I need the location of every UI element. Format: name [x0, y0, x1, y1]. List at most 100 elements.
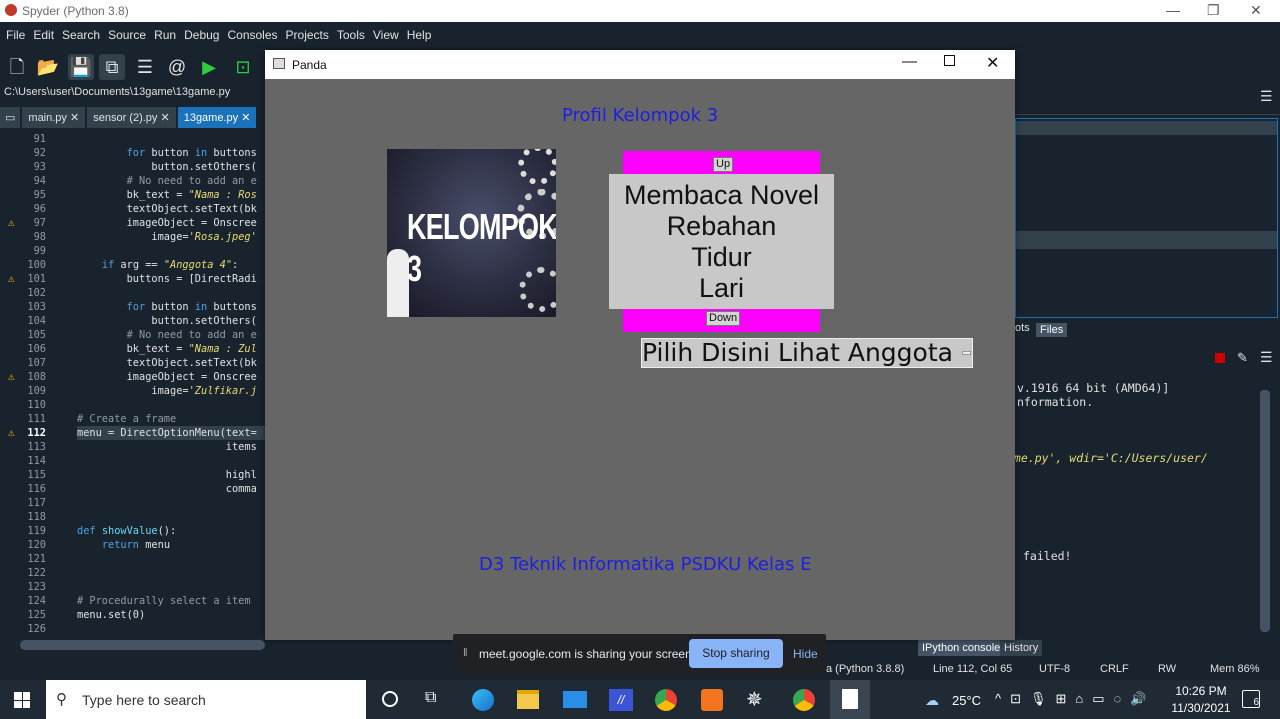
code-line[interactable]: buttons = [DirectRadi	[77, 272, 257, 286]
code-line[interactable]: image='Rosa.jpeg'	[77, 230, 256, 244]
code-line[interactable]: textObject.setText(bk	[77, 202, 257, 216]
task-view-icon[interactable]: ⧉	[425, 689, 436, 707]
tab-ipython-console[interactable]: IPython console	[918, 640, 1005, 656]
scroll-down-button[interactable]: Down	[706, 311, 741, 326]
code-line[interactable]: for button in buttons	[77, 300, 257, 314]
options-icon[interactable]: ☰	[1260, 349, 1273, 366]
menu-help[interactable]: Help	[407, 28, 432, 42]
menu-search[interactable]: Search	[62, 28, 100, 42]
run-cell-icon[interactable]: ⊡	[230, 54, 256, 80]
menu-source[interactable]: Source	[108, 28, 146, 42]
pane-options-icon[interactable]: ☰	[1260, 88, 1273, 105]
save-icon[interactable]: 💾	[68, 54, 94, 80]
menu-edit[interactable]: Edit	[33, 28, 54, 42]
drag-handle-icon[interactable]: ‖	[463, 647, 468, 659]
weather-icon[interactable]: ☁	[925, 692, 939, 709]
run-icon[interactable]: ▶	[196, 54, 222, 80]
cortana-icon[interactable]	[382, 691, 398, 707]
warning-icon[interactable]: ⚠	[8, 427, 20, 439]
close-icon[interactable]: ✕	[1250, 2, 1262, 19]
file-explorer-icon[interactable]	[517, 690, 539, 709]
code-line[interactable]: comma	[77, 482, 257, 496]
list-item[interactable]: Tidur	[609, 242, 834, 273]
at-icon[interactable]: @	[164, 54, 190, 80]
tab-sensor[interactable]: sensor (2).py ✕	[87, 107, 176, 128]
code-line[interactable]: bk_text = "Nama : Ros	[77, 188, 257, 202]
menu-tools[interactable]: Tools	[337, 28, 365, 42]
list-icon[interactable]: ☰	[132, 54, 158, 80]
code-line[interactable]: imageObject = Onscree	[77, 216, 257, 230]
notification-icon[interactable]: 6	[1242, 690, 1260, 708]
warning-icon[interactable]: ⚠	[8, 371, 20, 383]
save-all-icon[interactable]: ⧉	[99, 54, 125, 80]
menu-run[interactable]: Run	[154, 28, 176, 42]
list-item[interactable]: Lari	[609, 273, 834, 304]
panda-taskbar-button[interactable]	[830, 680, 870, 719]
hide-button[interactable]: Hide	[793, 647, 818, 661]
code-line[interactable]: menu = DirectOptionMenu(text=	[77, 426, 265, 440]
restore-icon[interactable]: ❐	[1207, 2, 1220, 19]
status-mem: Mem 86%	[1210, 663, 1260, 675]
option-menu[interactable]: Pilih Disini Lihat Anggota	[641, 338, 973, 368]
option-menu-indicator-icon	[962, 351, 971, 355]
warning-icon[interactable]: ⚠	[8, 217, 20, 229]
menu-projects[interactable]: Projects	[286, 28, 329, 42]
close-icon[interactable]: ✕	[986, 53, 999, 73]
mail-icon[interactable]	[563, 691, 587, 708]
code-line[interactable]: highl	[77, 468, 257, 482]
code-line[interactable]: # Procedurally select a item	[77, 594, 251, 608]
edge-icon[interactable]	[472, 689, 494, 711]
minimize-icon[interactable]: —	[1166, 2, 1180, 18]
windows-start-icon[interactable]	[14, 692, 30, 708]
menu-debug[interactable]: Debug	[184, 28, 219, 42]
code-line[interactable]: def showValue():	[77, 524, 176, 538]
code-line[interactable]: items	[77, 440, 257, 454]
code-line[interactable]: button.setOthers(	[77, 314, 256, 328]
console-scrollbar[interactable]	[1260, 390, 1270, 632]
code-line[interactable]: # Create a frame	[77, 412, 176, 426]
menu-consoles[interactable]: Consoles	[227, 28, 277, 42]
weather-temp[interactable]: 25°C	[952, 693, 981, 708]
warning-icon[interactable]: ⚠	[8, 273, 20, 285]
list-item[interactable]: Rebahan	[609, 211, 834, 242]
code-line[interactable]: bk_text = "Nama : Zul	[77, 342, 257, 356]
code-line[interactable]: image='Zulfikar.j	[77, 384, 256, 398]
code-line[interactable]: return menu	[77, 538, 170, 552]
maximize-icon[interactable]	[944, 55, 955, 66]
tray-icons[interactable]: ^⊡🎙⊞⌂▭◌🔊	[995, 691, 1155, 707]
eraser-icon[interactable]: ✎	[1237, 350, 1248, 366]
tab-files[interactable]: Files	[1036, 323, 1068, 337]
stop-sharing-button[interactable]: Stop sharing	[689, 639, 783, 668]
taskbar-search[interactable]: ⚲ Type here to search	[46, 680, 366, 719]
new-file-icon[interactable]: 🗋	[4, 54, 30, 80]
editor-horizontal-scrollbar[interactable]	[20, 640, 265, 650]
list-item[interactable]: Membaca Novel	[609, 180, 834, 211]
chrome-red-icon[interactable]	[655, 689, 677, 711]
clock-time[interactable]: 10:26 PM	[1170, 684, 1232, 698]
open-folder-icon[interactable]: 📂	[35, 54, 61, 80]
menu-view[interactable]: View	[373, 28, 399, 42]
code-line[interactable]: imageObject = Onscree	[77, 370, 257, 384]
scroll-up-button[interactable]: Up	[713, 157, 734, 172]
menu-file[interactable]: File	[6, 28, 25, 42]
code-editor[interactable]: 91 92 93 94 95 96 97 ⚠ 98 99 100 101 ⚠ 102 103 104 105 10…	[0, 128, 265, 636]
clock-date[interactable]: 11/30/2021	[1170, 701, 1232, 715]
code-line[interactable]: for button in buttons	[77, 146, 257, 160]
minimize-icon[interactable]: —	[902, 53, 917, 70]
code-line[interactable]: button.setOthers(	[77, 160, 256, 174]
tab-main[interactable]: main.py ✕	[22, 107, 86, 128]
tab-history[interactable]: History	[1000, 640, 1043, 656]
code-line[interactable]: menu.set(0)	[77, 608, 145, 622]
code-line[interactable]: # No need to add an e	[77, 328, 257, 342]
tab-13game[interactable]: 13game.py ✕	[177, 107, 257, 128]
spyder-taskbar-icon[interactable]: ✵	[746, 687, 763, 712]
code-line[interactable]: if arg == "Anggota 4":	[77, 258, 238, 272]
chrome-icon[interactable]	[793, 689, 815, 711]
app-icon[interactable]: //	[609, 689, 633, 711]
stop-icon[interactable]	[1215, 353, 1225, 363]
xampp-icon[interactable]	[701, 689, 723, 711]
code-line[interactable]: # No need to add an e	[77, 174, 257, 188]
code-line[interactable]: textObject.setText(bk	[77, 356, 257, 370]
tab-plots[interactable]: ots	[1015, 322, 1030, 334]
tab-list-icon[interactable]: ▭	[0, 107, 21, 128]
